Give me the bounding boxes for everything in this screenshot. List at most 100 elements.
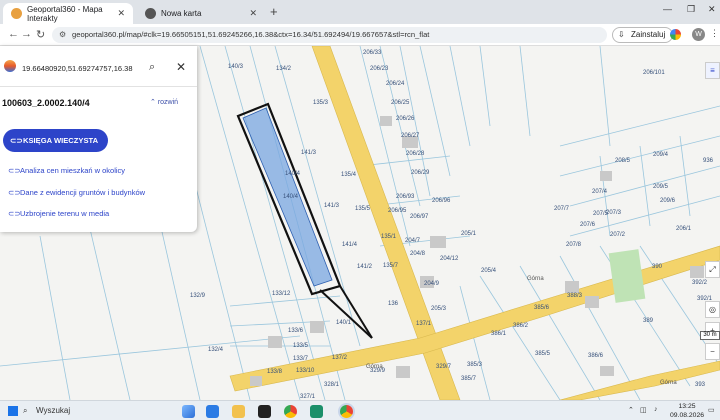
- photos-icon[interactable]: [206, 405, 219, 418]
- plot-number-label: 135/1: [381, 234, 397, 240]
- chrome-icon[interactable]: [284, 405, 297, 418]
- plot-number-label: 393: [695, 382, 706, 388]
- close-window-icon[interactable]: ✕: [708, 4, 716, 15]
- plot-number-label: 205/1: [461, 231, 477, 237]
- search-icon[interactable]: ⌕: [149, 61, 155, 74]
- plot-number-label: 206/96: [432, 198, 451, 204]
- plot-number-label: 133/8: [267, 369, 283, 375]
- plot-number-label: 385/3: [467, 362, 483, 368]
- coordinates-input[interactable]: 19.66480920,51.69274757,16.38: [22, 64, 133, 73]
- plot-number-label: 206/29: [411, 170, 430, 176]
- address-bar-row: ← → ↻ ⚙ geoportal360.pl/map/#clk=19.6650…: [0, 24, 720, 46]
- fullscreen-icon[interactable]: ⤢: [705, 261, 720, 278]
- plot-number-label: 208/5: [615, 158, 631, 164]
- plot-number-label: 205/3: [431, 306, 447, 312]
- profile-avatar[interactable]: W: [692, 28, 705, 41]
- app-icon[interactable]: [258, 405, 271, 418]
- forward-icon[interactable]: →: [21, 28, 32, 40]
- minimize-icon[interactable]: —: [663, 4, 672, 14]
- plot-number-label: 206/25: [391, 100, 410, 106]
- back-icon[interactable]: ←: [8, 28, 19, 40]
- plot-number-label: 141/3: [301, 150, 317, 156]
- tab-geoportal[interactable]: Geoportal360 - Mapa Interakty ✕: [3, 3, 133, 24]
- plot-number-label: 204/7: [405, 238, 421, 244]
- plot-number-label: 206/97: [410, 214, 429, 220]
- taskbar-search[interactable]: ⌕ Wyszukaj: [22, 404, 170, 418]
- install-label: Zainstaluj: [631, 30, 666, 39]
- plot-number-label: 206/1: [676, 226, 692, 232]
- plot-number-label: 385/7: [461, 376, 477, 382]
- link-price-analysis[interactable]: ⊂⊃Analiza cen mieszkań w okolicy: [8, 166, 125, 175]
- google-icon[interactable]: [670, 29, 681, 40]
- link-icon: ⊂⊃: [8, 188, 21, 197]
- plot-number-label: 204/9: [424, 281, 440, 287]
- plot-number-label: 209/5: [653, 184, 669, 190]
- plot-number-label: 206/24: [386, 81, 405, 87]
- plot-number-label: 141/4: [342, 242, 358, 248]
- windows-start-icon[interactable]: [8, 406, 18, 416]
- plot-number-label: 386/2: [513, 323, 529, 329]
- url-field[interactable]: ⚙ geoportal360.pl/map/#clk=19.66505151,5…: [52, 27, 607, 43]
- plot-number-label: 204/12: [440, 256, 459, 262]
- file-explorer-icon[interactable]: [232, 405, 245, 418]
- expand-label: rozwiń: [157, 99, 179, 106]
- plot-number-label: 206/27: [401, 133, 420, 139]
- plot-number-label: 135/7: [383, 263, 399, 269]
- network-icon[interactable]: ◫: [640, 406, 647, 414]
- search-placeholder: Wyszukaj: [36, 406, 71, 415]
- plot-number-label: 207/2: [610, 232, 626, 238]
- plot-number-label: 204/8: [410, 251, 426, 257]
- new-tab-favicon-icon: [145, 8, 156, 19]
- new-tab-icon[interactable]: +: [270, 4, 278, 19]
- clock[interactable]: 13:25 09.08.2026: [670, 402, 704, 420]
- plot-number-label: 328/1: [324, 382, 340, 388]
- plot-number-label: 132/4: [208, 347, 224, 353]
- reload-icon[interactable]: ↻: [36, 28, 45, 41]
- geoportal-favicon-icon: [11, 8, 22, 19]
- notifications-icon[interactable]: ▭: [708, 406, 715, 414]
- tray-chevron-icon[interactable]: ⌃: [628, 406, 634, 414]
- plot-number-label: 136: [388, 301, 399, 307]
- chrome-active-icon[interactable]: [340, 405, 353, 418]
- street-label: Górna: [527, 276, 544, 282]
- geoportal-logo-icon: [4, 60, 16, 72]
- close-tab-icon[interactable]: ✕: [249, 8, 257, 19]
- edge-icon[interactable]: [310, 405, 323, 418]
- plot-number-label: 209/6: [660, 198, 676, 204]
- maximize-icon[interactable]: ❐: [687, 4, 695, 15]
- plot-number-label: 206/93: [396, 194, 415, 200]
- plot-number-label: 385/5: [535, 351, 551, 357]
- layers-icon[interactable]: ≡: [705, 62, 720, 79]
- install-button[interactable]: ⇩ Zainstaluj: [612, 27, 674, 43]
- plot-number-label: 206/95: [388, 208, 407, 214]
- plot-number-label: 207/6: [580, 222, 596, 228]
- scale-bar: 30 m: [700, 331, 720, 340]
- zoom-out-icon[interactable]: −: [705, 343, 720, 360]
- expand-button[interactable]: ⌃ rozwiń: [150, 98, 178, 106]
- browser-menu-icon[interactable]: ⋮: [710, 28, 719, 39]
- locate-icon[interactable]: ◎: [705, 301, 720, 318]
- plot-number-label: 137/1: [416, 321, 432, 327]
- plot-number-label: 386/6: [588, 353, 604, 359]
- plot-number-label: 207/4: [592, 189, 608, 195]
- site-info-icon[interactable]: ⚙: [59, 27, 66, 43]
- plot-number-label: 936: [703, 158, 714, 164]
- link-land-registry-data[interactable]: ⊂⊃Dane z ewidencji gruntów i budynków: [8, 188, 145, 197]
- plot-number-label: 133/7: [293, 356, 309, 362]
- plot-number-label: 135/4: [341, 172, 357, 178]
- land-register-button[interactable]: ⊂⊃ KSIĘGA WIECZYSTA: [3, 129, 108, 152]
- link-utilities[interactable]: ⊂⊃Uzbrojenie terenu w media: [8, 209, 109, 218]
- tab-new[interactable]: Nowa karta ✕: [137, 3, 265, 24]
- plot-number-label: 386/1: [491, 331, 507, 337]
- date: 09.08.2026: [670, 412, 705, 419]
- link-icon: ⊂⊃: [8, 209, 21, 218]
- close-icon[interactable]: ✕: [176, 60, 186, 74]
- plot-number-label: 135/5: [355, 206, 371, 212]
- volume-icon[interactable]: ♪: [654, 406, 658, 413]
- plot-number-label: 389: [643, 318, 654, 324]
- plot-number-label: 207/8: [566, 242, 582, 248]
- close-tab-icon[interactable]: ✕: [117, 8, 125, 19]
- widgets-icon[interactable]: [182, 405, 195, 418]
- taskbar: ⌕ Wyszukaj ⌃ ◫ ♪ 13:25 09.08.2026 ▭: [0, 400, 720, 420]
- plot-number-label: 385/6: [534, 305, 550, 311]
